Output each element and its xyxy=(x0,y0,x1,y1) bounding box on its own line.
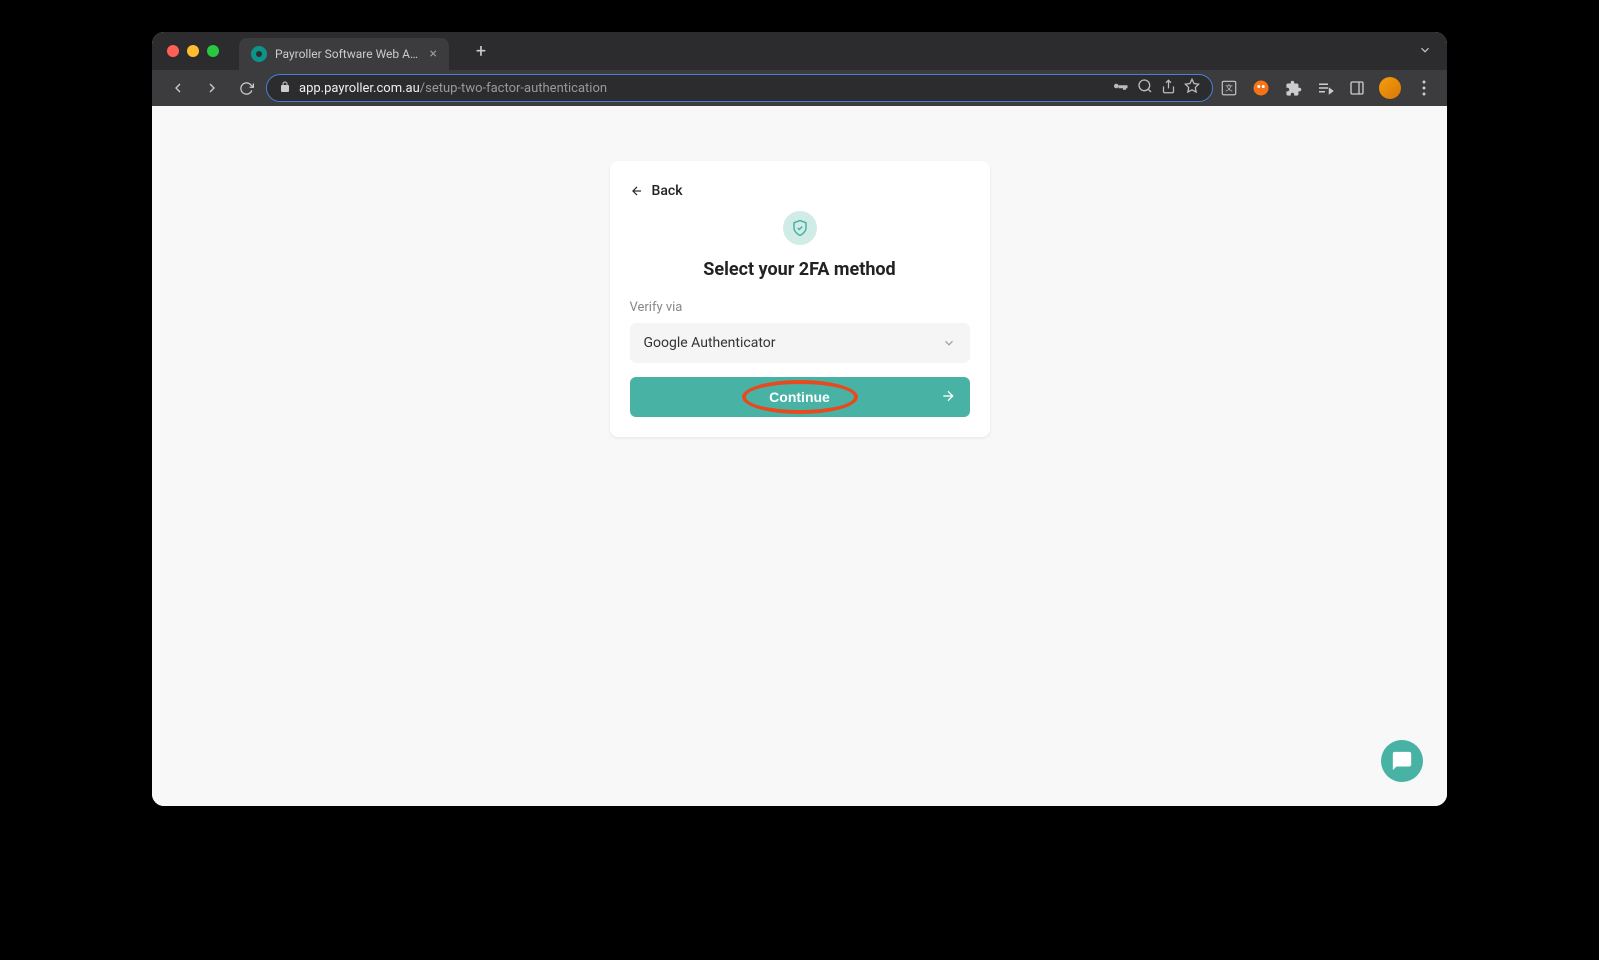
arrow-left-icon xyxy=(630,184,644,198)
share-icon[interactable] xyxy=(1161,79,1176,98)
url-domain: app.payroller.com.au xyxy=(299,81,420,96)
select-value: Google Authenticator xyxy=(644,335,776,351)
media-control-icon[interactable] xyxy=(1315,78,1335,98)
two-fa-card: Back Select your 2FA method Verify via G… xyxy=(610,161,990,437)
nav-reload-button[interactable] xyxy=(232,74,260,102)
profile-avatar[interactable] xyxy=(1379,77,1401,99)
page-content: Back Select your 2FA method Verify via G… xyxy=(152,106,1447,806)
back-label: Back xyxy=(652,183,683,199)
tab-favicon-icon xyxy=(251,46,267,62)
continue-button[interactable]: Continue xyxy=(630,377,970,417)
svg-text:文: 文 xyxy=(1225,82,1233,92)
url-path: /setup-two-factor-authentication xyxy=(420,81,607,96)
extension-app-icon[interactable] xyxy=(1251,78,1271,98)
card-title: Select your 2FA method xyxy=(630,259,970,280)
expand-tabs-button[interactable] xyxy=(1418,42,1432,61)
browser-tab[interactable]: Payroller Software Web Applic... × xyxy=(239,38,449,70)
window-maximize-button[interactable] xyxy=(207,45,219,57)
extension-icons: 文 xyxy=(1219,77,1435,99)
address-bar[interactable]: app.payroller.com.au/setup-two-factor-au… xyxy=(266,74,1213,102)
bookmark-star-icon[interactable] xyxy=(1184,78,1200,98)
browser-menu-button[interactable] xyxy=(1413,80,1435,96)
shield-icon xyxy=(783,211,817,245)
address-bar-actions xyxy=(1111,77,1200,99)
arrow-right-icon xyxy=(940,388,956,407)
chevron-down-icon xyxy=(942,336,956,350)
extensions-puzzle-icon[interactable] xyxy=(1283,78,1303,98)
zoom-search-icon[interactable] xyxy=(1137,78,1153,98)
method-select[interactable]: Google Authenticator xyxy=(630,323,970,363)
browser-window: Payroller Software Web Applic... × + app… xyxy=(152,32,1447,806)
tab-close-icon[interactable]: × xyxy=(430,47,437,61)
window-minimize-button[interactable] xyxy=(187,45,199,57)
lock-icon xyxy=(279,81,291,96)
nav-forward-button[interactable] xyxy=(198,74,226,102)
browser-tab-bar: Payroller Software Web Applic... × + xyxy=(152,32,1447,70)
window-controls xyxy=(167,45,219,57)
chat-support-button[interactable] xyxy=(1381,740,1423,782)
nav-back-button[interactable] xyxy=(164,74,192,102)
browser-address-row: app.payroller.com.au/setup-two-factor-au… xyxy=(152,70,1447,106)
new-tab-button[interactable]: + xyxy=(467,37,495,65)
chat-icon xyxy=(1391,750,1413,772)
window-close-button[interactable] xyxy=(167,45,179,57)
back-button[interactable]: Back xyxy=(630,183,970,199)
continue-label: Continue xyxy=(769,389,830,405)
extension-translate-icon[interactable]: 文 xyxy=(1219,78,1239,98)
verify-via-label: Verify via xyxy=(630,300,970,315)
tab-title: Payroller Software Web Applic... xyxy=(275,47,422,61)
password-key-icon[interactable] xyxy=(1111,77,1129,99)
side-panel-icon[interactable] xyxy=(1347,78,1367,98)
